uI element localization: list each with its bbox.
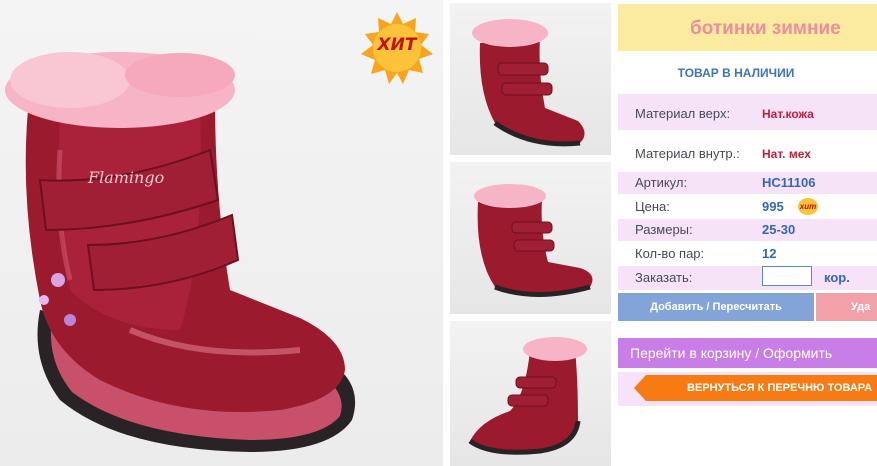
- boot-thumbnail-image: [474, 184, 593, 297]
- stock-status: ТОВАР В НАЛИЧИИ: [677, 66, 795, 80]
- spec-value: Нат. мех: [762, 147, 811, 161]
- spec-value: 12: [762, 246, 777, 261]
- price-value: 995: [762, 199, 784, 214]
- spec-value: НС11106: [762, 175, 816, 190]
- hit-badge-label: ХИТ: [377, 35, 417, 55]
- spec-row-upper-material: Материал верх: Нат.кожа: [618, 94, 877, 130]
- spec-row-sizes: Размеры: 25-30: [618, 219, 877, 241]
- thumbnail-1[interactable]: [450, 3, 611, 155]
- add-recalculate-button[interactable]: Добавить / Пересчитать: [618, 293, 814, 321]
- thumbnail-3[interactable]: [450, 321, 611, 466]
- back-arrow-icon: [634, 375, 646, 401]
- product-title-box: ботинки зимние: [618, 4, 877, 51]
- spec-row-price: Цена: 995 хит: [618, 196, 877, 218]
- product-info-panel: ботинки зимние ТОВАР В НАЛИЧИИ Материал …: [618, 0, 877, 466]
- spec-row-lining-material: Материал внутр.: Нат. мех: [618, 134, 877, 170]
- spec-label: Кол-во пар:: [635, 246, 705, 261]
- spec-row-article: Артикул: НС11106: [618, 172, 877, 194]
- boot-thumbnail-image: [468, 337, 587, 455]
- spec-row-pairs: Кол-во пар: 12: [618, 243, 877, 265]
- thumbnail-2[interactable]: [450, 162, 611, 314]
- go-to-cart-button[interactable]: Перейти в корзину / Оформить: [618, 338, 877, 368]
- spec-label: Артикул:: [635, 175, 688, 190]
- product-title: ботинки зимние: [690, 18, 841, 39]
- quantity-input[interactable]: [762, 266, 812, 286]
- quantity-unit: кор.: [824, 270, 850, 285]
- hit-badge: ХИТ: [361, 12, 433, 84]
- boot-thumbnail-image: [472, 19, 585, 147]
- spec-value: Нат.кожа: [762, 107, 814, 121]
- delete-button[interactable]: Уда: [816, 293, 877, 321]
- boot-logo: Flamingo: [88, 168, 165, 187]
- spec-label: Цена:: [635, 199, 670, 214]
- spec-label: Материал верх:: [635, 106, 731, 121]
- spec-value: 25-30: [762, 222, 796, 237]
- spec-label: Размеры:: [635, 222, 693, 237]
- back-to-list-button[interactable]: ВЕРНУТЬСЯ К ПЕРЕЧНЮ ТОВАРА: [646, 375, 877, 401]
- price-hit-badge: хит: [798, 198, 818, 215]
- order-label: Заказать:: [635, 270, 693, 285]
- spec-label: Материал внутр.:: [635, 146, 740, 161]
